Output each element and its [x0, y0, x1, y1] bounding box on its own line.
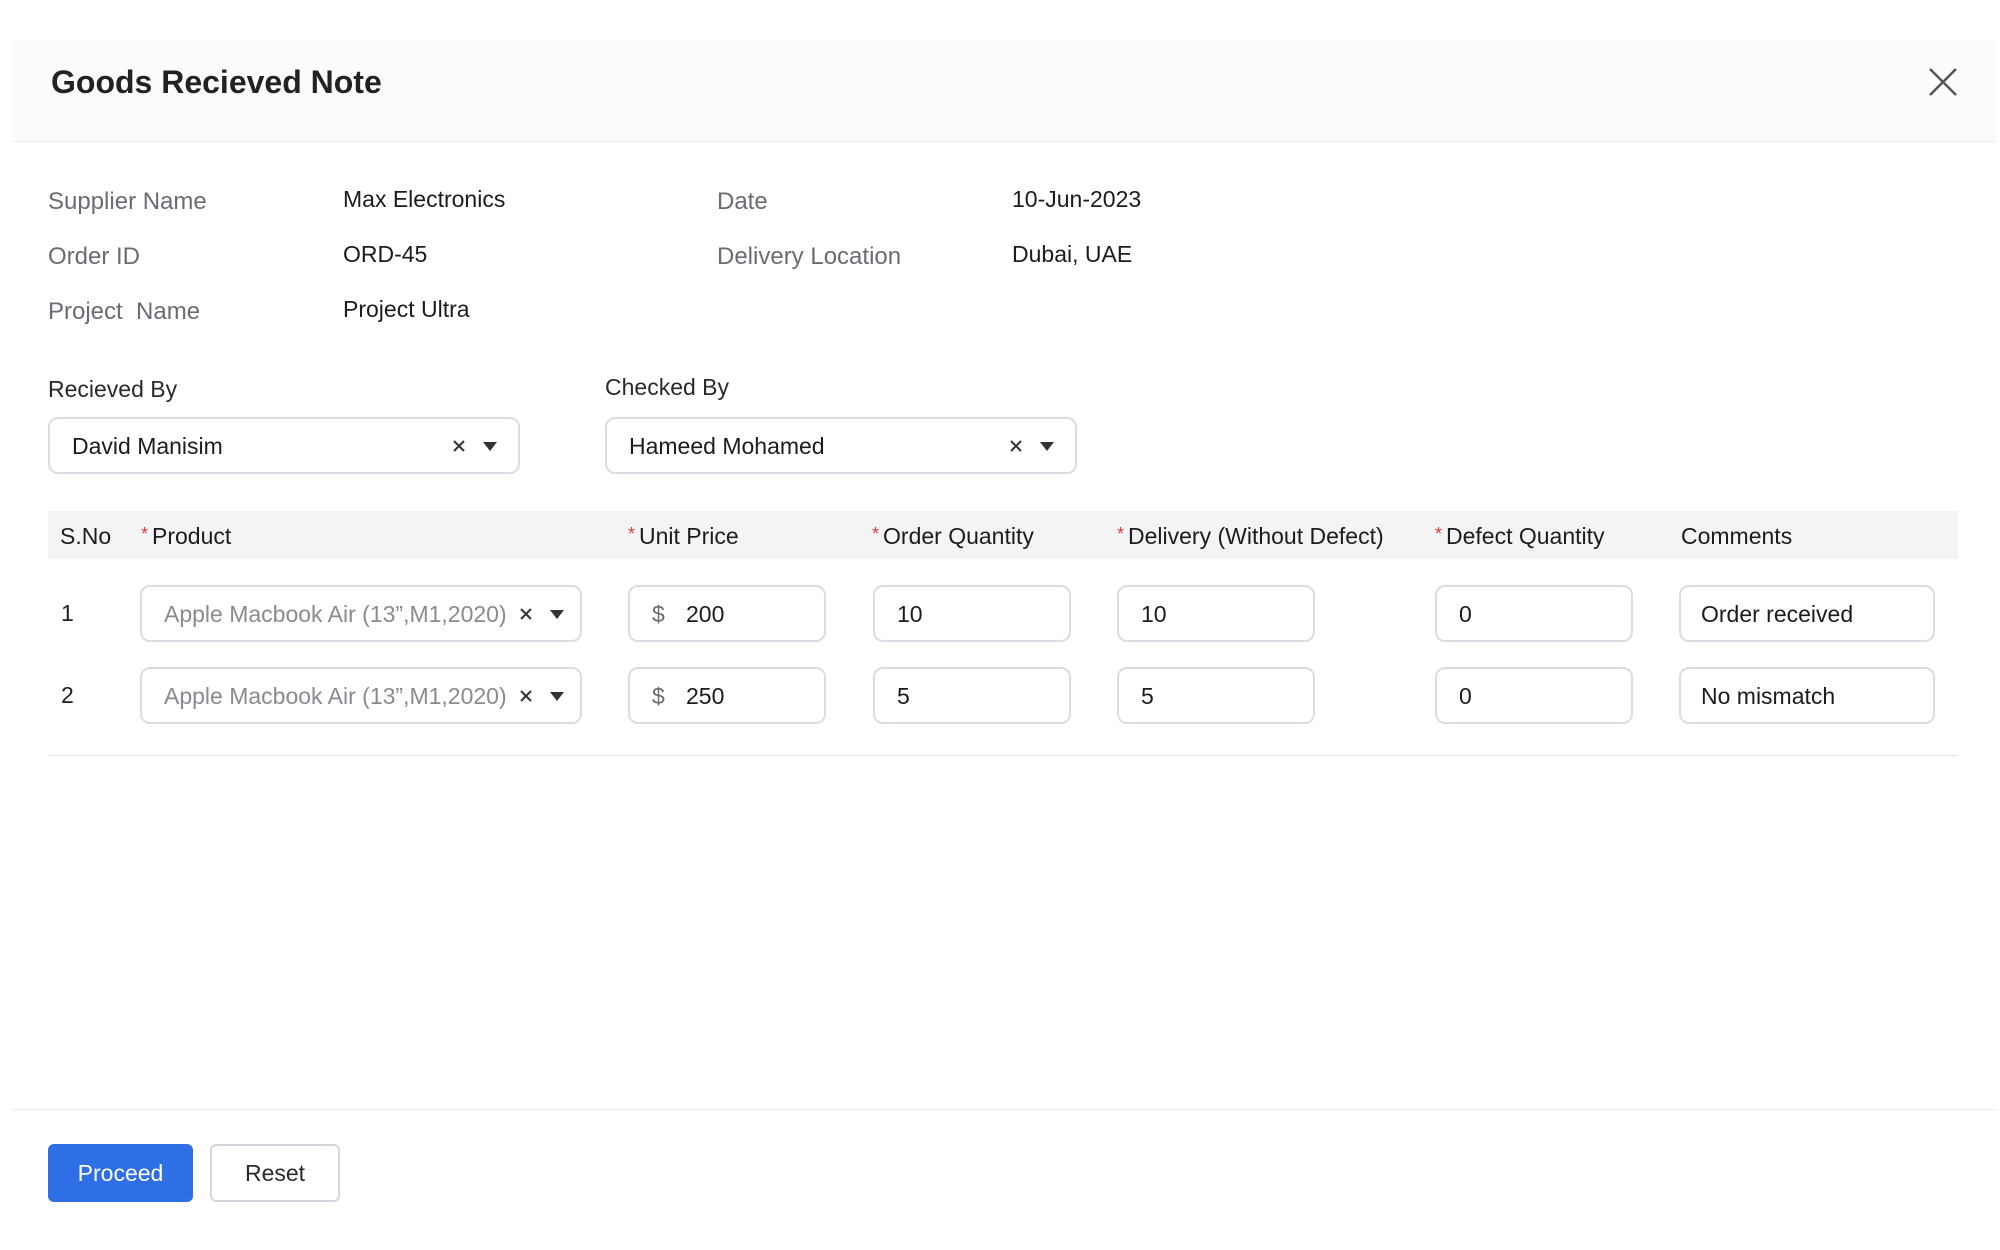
delivery-value: 5 [1141, 683, 1154, 709]
dialog-header: Goods Recieved Note [13, 40, 1996, 142]
received-by-value: David Manisim [72, 433, 223, 459]
project-name-label: Project Name [48, 298, 201, 325]
required-marker: * [1435, 524, 1443, 544]
chevron-down-icon[interactable] [550, 610, 564, 619]
required-marker: * [141, 524, 149, 544]
clear-icon[interactable] [1009, 439, 1023, 453]
currency-symbol: $ [652, 601, 665, 627]
comments-value: No mismatch [1701, 683, 1836, 709]
unit-price-value: 200 [686, 601, 725, 627]
row-sno: 1 [61, 600, 74, 626]
close-icon [1929, 68, 1957, 96]
col-comments-header: Comments [1681, 523, 1793, 549]
delivery-input[interactable]: 10 [1117, 585, 1315, 642]
reset-button[interactable]: Reset [210, 1144, 340, 1202]
unit-price-value: 250 [686, 683, 725, 709]
required-marker: * [872, 524, 880, 544]
order-id-label: Order ID [48, 243, 141, 270]
supplier-name-label: Supplier Name [48, 188, 207, 215]
required-marker: * [1117, 524, 1125, 544]
order-quantity-input[interactable]: 5 [873, 667, 1071, 724]
chevron-down-icon[interactable] [483, 442, 497, 451]
col-product-header: * Product [141, 523, 232, 549]
comments-input[interactable]: Order received [1679, 585, 1935, 642]
col-sno-header: S.No [60, 523, 112, 549]
supplier-name-value: Max Electronics [343, 186, 506, 212]
checked-by-label: Checked By [605, 374, 730, 400]
product-select[interactable]: Apple Macbook Air (13”,M1,2020) [140, 585, 582, 642]
clear-icon[interactable] [452, 439, 466, 453]
footer-divider [13, 1109, 1996, 1110]
col-unit-price-header: * Unit Price [628, 523, 739, 549]
clear-icon[interactable] [519, 607, 533, 621]
proceed-button[interactable]: Proceed [48, 1144, 193, 1202]
product-value: Apple Macbook Air (13”,M1,2020) [164, 601, 507, 627]
col-defect-quantity-header: * Defect Quantity [1435, 523, 1605, 549]
goods-received-note-dialog: Goods Recieved Note Supplier Name Max El… [13, 40, 1996, 1250]
product-value: Apple Macbook Air (13”,M1,2020) [164, 683, 507, 709]
received-by-select[interactable]: David Manisim [48, 417, 520, 474]
defect-quantity-value: 0 [1459, 683, 1472, 709]
project-name-value: Project Ultra [343, 296, 470, 322]
unit-price-input[interactable]: $ 250 [628, 667, 826, 724]
unit-price-input[interactable]: $ 200 [628, 585, 826, 642]
order-quantity-value: 5 [897, 683, 910, 709]
delivery-value: 10 [1141, 601, 1167, 627]
table-divider [48, 755, 1958, 756]
defect-quantity-input[interactable]: 0 [1435, 667, 1633, 724]
chevron-down-icon[interactable] [550, 692, 564, 701]
order-quantity-value: 10 [897, 601, 923, 627]
comments-value: Order received [1701, 601, 1854, 627]
received-by-label: Recieved By [48, 376, 178, 402]
delivery-input[interactable]: 5 [1117, 667, 1315, 724]
row-sno: 2 [61, 682, 74, 708]
required-marker: * [628, 524, 636, 544]
currency-symbol: $ [652, 683, 665, 709]
order-id-value: ORD-45 [343, 241, 428, 267]
defect-quantity-input[interactable]: 0 [1435, 585, 1633, 642]
product-select[interactable]: Apple Macbook Air (13”,M1,2020) [140, 667, 582, 724]
date-value: 10-Jun-2023 [1012, 186, 1142, 212]
col-order-quantity-header: * Order Quantity [872, 523, 1034, 549]
checked-by-select[interactable]: Hameed Mohamed [605, 417, 1077, 474]
checked-by-value: Hameed Mohamed [629, 433, 825, 459]
chevron-down-icon[interactable] [1040, 442, 1054, 451]
order-quantity-input[interactable]: 10 [873, 585, 1071, 642]
date-label: Date [717, 188, 768, 215]
comments-input[interactable]: No mismatch [1679, 667, 1935, 724]
table-header: S.No * Product * Unit Price * Order Quantit… [48, 511, 1958, 559]
defect-quantity-value: 0 [1459, 601, 1472, 627]
delivery-location-value: Dubai, UAE [1012, 241, 1133, 267]
col-delivery-header: * Delivery (Without Defect) [1117, 523, 1384, 549]
dialog-title: Goods Recieved Note [51, 64, 382, 100]
clear-icon[interactable] [519, 689, 533, 703]
close-button[interactable] [1926, 65, 1960, 99]
delivery-location-label: Delivery Location [717, 243, 902, 270]
